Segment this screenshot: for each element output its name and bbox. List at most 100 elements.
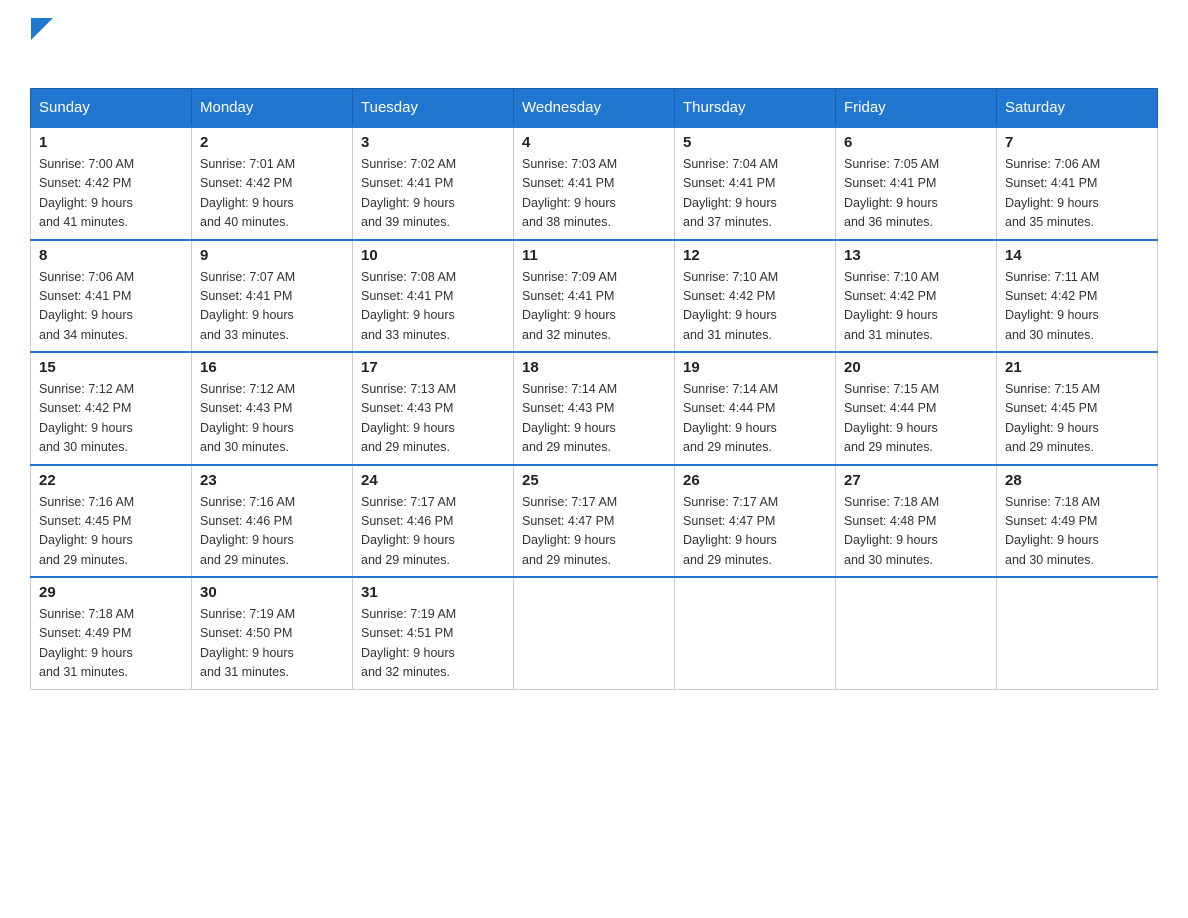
day-number: 25 [522,472,666,489]
calendar-day-cell: 23 Sunrise: 7:16 AMSunset: 4:46 PMDaylig… [192,465,353,578]
day-number: 16 [200,359,344,376]
calendar-header-saturday: Saturday [997,89,1158,128]
day-number: 15 [39,359,183,376]
day-info: Sunrise: 7:08 AMSunset: 4:41 PMDaylight:… [361,270,456,342]
day-number: 2 [200,134,344,151]
day-info: Sunrise: 7:03 AMSunset: 4:41 PMDaylight:… [522,157,617,229]
day-info: Sunrise: 7:11 AMSunset: 4:42 PMDaylight:… [1005,270,1099,342]
calendar-day-cell: 1 Sunrise: 7:00 AMSunset: 4:42 PMDayligh… [31,127,192,240]
calendar-day-cell [836,577,997,689]
calendar-day-cell [514,577,675,689]
calendar-day-cell: 25 Sunrise: 7:17 AMSunset: 4:47 PMDaylig… [514,465,675,578]
day-info: Sunrise: 7:18 AMSunset: 4:49 PMDaylight:… [1005,495,1100,567]
calendar-day-cell: 30 Sunrise: 7:19 AMSunset: 4:50 PMDaylig… [192,577,353,689]
day-number: 11 [522,247,666,264]
day-info: Sunrise: 7:19 AMSunset: 4:51 PMDaylight:… [361,607,456,679]
calendar-day-cell: 14 Sunrise: 7:11 AMSunset: 4:42 PMDaylig… [997,240,1158,353]
day-number: 17 [361,359,505,376]
day-number: 28 [1005,472,1149,489]
calendar-day-cell: 10 Sunrise: 7:08 AMSunset: 4:41 PMDaylig… [353,240,514,353]
day-number: 9 [200,247,344,264]
calendar-day-cell: 29 Sunrise: 7:18 AMSunset: 4:49 PMDaylig… [31,577,192,689]
calendar-header-tuesday: Tuesday [353,89,514,128]
calendar-day-cell: 18 Sunrise: 7:14 AMSunset: 4:43 PMDaylig… [514,352,675,465]
day-number: 14 [1005,247,1149,264]
calendar-day-cell: 27 Sunrise: 7:18 AMSunset: 4:48 PMDaylig… [836,465,997,578]
calendar-day-cell: 15 Sunrise: 7:12 AMSunset: 4:42 PMDaylig… [31,352,192,465]
calendar-day-cell: 13 Sunrise: 7:10 AMSunset: 4:42 PMDaylig… [836,240,997,353]
day-info: Sunrise: 7:00 AMSunset: 4:42 PMDaylight:… [39,157,134,229]
calendar-header-wednesday: Wednesday [514,89,675,128]
day-number: 31 [361,584,505,601]
calendar-day-cell: 28 Sunrise: 7:18 AMSunset: 4:49 PMDaylig… [997,465,1158,578]
calendar-header-row: SundayMondayTuesdayWednesdayThursdayFrid… [31,89,1158,128]
day-number: 3 [361,134,505,151]
day-number: 23 [200,472,344,489]
day-number: 1 [39,134,183,151]
day-info: Sunrise: 7:10 AMSunset: 4:42 PMDaylight:… [683,270,778,342]
day-info: Sunrise: 7:12 AMSunset: 4:43 PMDaylight:… [200,382,295,454]
day-number: 4 [522,134,666,151]
logo-area [30,20,54,70]
day-info: Sunrise: 7:14 AMSunset: 4:43 PMDaylight:… [522,382,617,454]
day-number: 13 [844,247,988,264]
day-info: Sunrise: 7:18 AMSunset: 4:48 PMDaylight:… [844,495,939,567]
day-info: Sunrise: 7:04 AMSunset: 4:41 PMDaylight:… [683,157,778,229]
day-info: Sunrise: 7:12 AMSunset: 4:42 PMDaylight:… [39,382,134,454]
calendar-header-thursday: Thursday [675,89,836,128]
day-info: Sunrise: 7:06 AMSunset: 4:41 PMDaylight:… [1005,157,1100,229]
day-info: Sunrise: 7:17 AMSunset: 4:47 PMDaylight:… [683,495,778,567]
day-number: 21 [1005,359,1149,376]
day-info: Sunrise: 7:13 AMSunset: 4:43 PMDaylight:… [361,382,456,454]
calendar-day-cell: 9 Sunrise: 7:07 AMSunset: 4:41 PMDayligh… [192,240,353,353]
logo-text [30,20,54,42]
day-info: Sunrise: 7:10 AMSunset: 4:42 PMDaylight:… [844,270,939,342]
day-info: Sunrise: 7:14 AMSunset: 4:44 PMDaylight:… [683,382,778,454]
day-number: 27 [844,472,988,489]
day-number: 22 [39,472,183,489]
day-number: 30 [200,584,344,601]
day-number: 24 [361,472,505,489]
day-number: 8 [39,247,183,264]
day-info: Sunrise: 7:07 AMSunset: 4:41 PMDaylight:… [200,270,295,342]
day-info: Sunrise: 7:18 AMSunset: 4:49 PMDaylight:… [39,607,134,679]
day-info: Sunrise: 7:17 AMSunset: 4:47 PMDaylight:… [522,495,617,567]
calendar-day-cell: 20 Sunrise: 7:15 AMSunset: 4:44 PMDaylig… [836,352,997,465]
calendar-day-cell: 19 Sunrise: 7:14 AMSunset: 4:44 PMDaylig… [675,352,836,465]
calendar-day-cell: 7 Sunrise: 7:06 AMSunset: 4:41 PMDayligh… [997,127,1158,240]
calendar-day-cell: 26 Sunrise: 7:17 AMSunset: 4:47 PMDaylig… [675,465,836,578]
calendar-day-cell: 12 Sunrise: 7:10 AMSunset: 4:42 PMDaylig… [675,240,836,353]
day-number: 19 [683,359,827,376]
calendar-day-cell: 31 Sunrise: 7:19 AMSunset: 4:51 PMDaylig… [353,577,514,689]
calendar-day-cell: 2 Sunrise: 7:01 AMSunset: 4:42 PMDayligh… [192,127,353,240]
page-header [30,20,1158,70]
day-number: 12 [683,247,827,264]
calendar-week-row: 15 Sunrise: 7:12 AMSunset: 4:42 PMDaylig… [31,352,1158,465]
day-number: 26 [683,472,827,489]
day-info: Sunrise: 7:15 AMSunset: 4:45 PMDaylight:… [1005,382,1100,454]
day-number: 7 [1005,134,1149,151]
day-number: 10 [361,247,505,264]
calendar-day-cell: 21 Sunrise: 7:15 AMSunset: 4:45 PMDaylig… [997,352,1158,465]
calendar-day-cell: 4 Sunrise: 7:03 AMSunset: 4:41 PMDayligh… [514,127,675,240]
day-info: Sunrise: 7:05 AMSunset: 4:41 PMDaylight:… [844,157,939,229]
day-number: 29 [39,584,183,601]
day-number: 18 [522,359,666,376]
calendar-day-cell: 6 Sunrise: 7:05 AMSunset: 4:41 PMDayligh… [836,127,997,240]
calendar-week-row: 29 Sunrise: 7:18 AMSunset: 4:49 PMDaylig… [31,577,1158,689]
day-info: Sunrise: 7:16 AMSunset: 4:45 PMDaylight:… [39,495,134,567]
calendar-day-cell: 11 Sunrise: 7:09 AMSunset: 4:41 PMDaylig… [514,240,675,353]
calendar-day-cell: 24 Sunrise: 7:17 AMSunset: 4:46 PMDaylig… [353,465,514,578]
calendar-day-cell: 17 Sunrise: 7:13 AMSunset: 4:43 PMDaylig… [353,352,514,465]
day-info: Sunrise: 7:02 AMSunset: 4:41 PMDaylight:… [361,157,456,229]
day-info: Sunrise: 7:17 AMSunset: 4:46 PMDaylight:… [361,495,456,567]
calendar-day-cell: 8 Sunrise: 7:06 AMSunset: 4:41 PMDayligh… [31,240,192,353]
calendar-week-row: 22 Sunrise: 7:16 AMSunset: 4:45 PMDaylig… [31,465,1158,578]
logo-icon [31,18,53,40]
calendar-header-friday: Friday [836,89,997,128]
day-number: 5 [683,134,827,151]
calendar-day-cell: 5 Sunrise: 7:04 AMSunset: 4:41 PMDayligh… [675,127,836,240]
calendar-day-cell [675,577,836,689]
calendar-table: SundayMondayTuesdayWednesdayThursdayFrid… [30,88,1158,690]
calendar-header-sunday: Sunday [31,89,192,128]
